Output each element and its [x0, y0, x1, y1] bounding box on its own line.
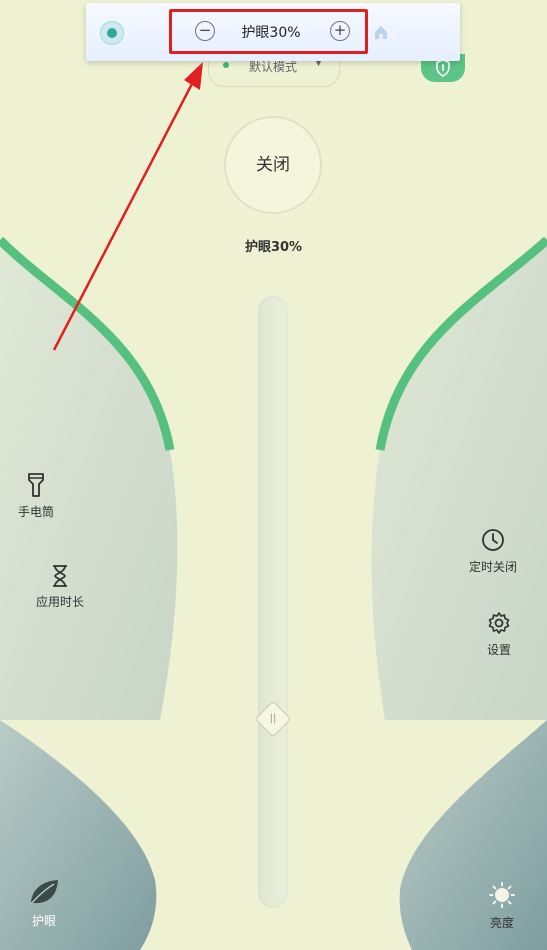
toolbar-level-label: 护眼30%	[241, 25, 301, 41]
home-icon[interactable]	[373, 24, 389, 40]
settings-label: 设置	[486, 643, 511, 657]
flashlight-button[interactable]: 手电筒	[12, 473, 60, 520]
mode-status-dot	[223, 62, 229, 68]
timer-off-label: 定时关闭	[468, 560, 517, 574]
brightness-tab[interactable]: 亮度	[480, 882, 524, 931]
hourglass-icon	[53, 565, 67, 587]
eye-care-label: 护眼	[31, 914, 56, 928]
timer-off-button[interactable]: 定时关闭	[464, 528, 522, 575]
slider-grip: ||	[269, 713, 277, 724]
brightness-slider[interactable]	[258, 296, 288, 908]
sun-icon	[489, 882, 515, 908]
power-button[interactable]: 关闭	[224, 116, 322, 214]
eye-care-tab[interactable]: 护眼	[22, 878, 66, 929]
decrease-button[interactable]: −	[195, 21, 215, 41]
settings-button[interactable]: 设置	[477, 611, 521, 658]
flashlight-label: 手电筒	[17, 505, 54, 519]
floating-toolbar: − 护眼30% +	[86, 3, 460, 61]
gear-icon	[488, 612, 510, 634]
app-usage-label: 应用时长	[35, 595, 84, 609]
shield-icon	[436, 59, 450, 77]
brightness-label: 亮度	[489, 916, 514, 930]
app-usage-button[interactable]: 应用时长	[30, 565, 90, 610]
leaf-icon	[30, 880, 58, 905]
eye-care-status: 护眼30%	[244, 240, 303, 255]
increase-button[interactable]: +	[330, 21, 350, 41]
clock-icon	[482, 529, 504, 551]
flashlight-icon	[28, 473, 44, 497]
eye-icon[interactable]	[100, 21, 124, 45]
